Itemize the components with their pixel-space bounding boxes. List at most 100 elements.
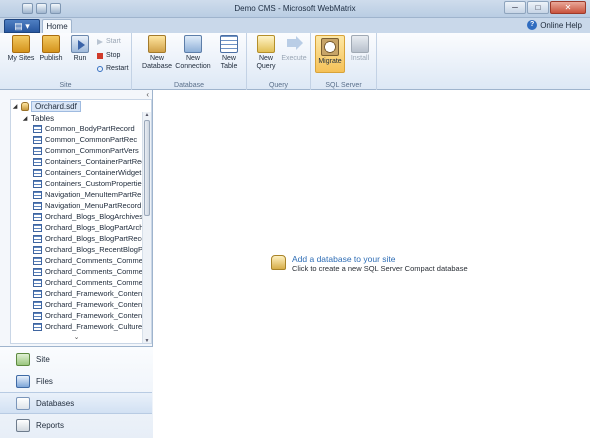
execute-label: Execute — [281, 55, 307, 62]
publish-button[interactable]: Publish — [36, 35, 66, 63]
play-icon — [97, 38, 103, 45]
start-button[interactable]: Start — [97, 38, 121, 45]
table-list: Common_BodyPartRecord Common_CommonPartR… — [33, 123, 143, 332]
new-query-button[interactable]: New Query — [251, 35, 281, 71]
main-content: Add a database to your site Click to cre… — [154, 90, 590, 438]
table-item[interactable]: Common_CommonPartVers — [33, 145, 143, 156]
table-item[interactable]: Orchard_Blogs_RecentBlogPo — [33, 244, 143, 255]
expand-tree-icon[interactable]: ⌄ — [0, 333, 153, 341]
query-group-label: Query — [268, 82, 289, 89]
table-name: Orchard_Framework_Conten — [45, 311, 143, 320]
table-item[interactable]: Orchard_Blogs_BlogPartArch — [33, 222, 143, 233]
table-icon — [33, 289, 42, 298]
table-icon — [33, 300, 42, 309]
workspace-reports[interactable]: Reports — [0, 414, 152, 436]
new-query-label: New Query — [256, 55, 276, 70]
publish-label: Publish — [39, 55, 63, 62]
sidebar: ‹ ◢ Orchard.sdf ◢ Tables Common_BodyPart… — [0, 90, 153, 438]
expand-triangle-icon[interactable]: ◢ — [11, 103, 19, 110]
scrollbar-thumb[interactable] — [144, 120, 150, 216]
sql-server-group-label: SQL Server — [325, 82, 362, 89]
table-item[interactable]: Common_CommonPartRec — [33, 134, 143, 145]
title-bar: Demo CMS - Microsoft WebMatrix ─ □ ✕ — [0, 0, 590, 18]
table-icon — [33, 267, 42, 276]
run-icon — [71, 35, 89, 53]
sql-server-group: Migrate Install SQL Server — [311, 33, 377, 90]
migrate-label: Migrate — [318, 58, 342, 65]
table-name: Orchard_Blogs_BlogArchives — [45, 212, 143, 221]
migrate-gauge-icon — [321, 38, 339, 56]
online-help-link[interactable]: ? Online Help — [527, 20, 582, 30]
start-label: Start — [106, 38, 121, 45]
maximize-button[interactable]: □ — [527, 1, 549, 14]
workspace-files[interactable]: Files — [0, 370, 152, 392]
workspace-site[interactable]: Site — [0, 348, 152, 370]
table-item[interactable]: Navigation_MenuItemPartRe — [33, 189, 143, 200]
collapse-pane-icon[interactable]: ‹ — [146, 90, 149, 99]
tables-label: Tables — [31, 113, 55, 123]
tree-scrollbar[interactable]: ▲ ▼ — [142, 112, 151, 343]
database-group-label: Database — [174, 82, 204, 89]
table-item[interactable]: Orchard_Framework_Conten — [33, 299, 143, 310]
table-icon — [33, 311, 42, 320]
site-group-label: Site — [59, 82, 72, 89]
table-item[interactable]: Orchard_Comments_Comme — [33, 266, 143, 277]
scroll-up-icon[interactable]: ▲ — [143, 112, 151, 118]
database-root-label[interactable]: Orchard.sdf — [31, 101, 81, 112]
table-icon — [33, 278, 42, 287]
ribbon: My Sites Publish Run Start Stop Restart … — [0, 33, 590, 90]
table-icon — [33, 135, 42, 144]
tab-home[interactable]: Home — [42, 19, 72, 33]
table-icon — [33, 146, 42, 155]
new-database-button[interactable]: New Database — [141, 35, 173, 71]
add-database-icon — [271, 255, 286, 270]
database-group: New Database New Connection New Table Da… — [132, 33, 247, 90]
workspace-databases[interactable]: Databases — [0, 392, 152, 414]
expand-triangle-icon[interactable]: ◢ — [21, 115, 29, 122]
close-button[interactable]: ✕ — [550, 1, 586, 14]
run-label: Run — [73, 55, 87, 62]
table-icon — [33, 212, 42, 221]
table-item[interactable]: Orchard_Framework_Culture — [33, 321, 143, 332]
new-query-icon — [257, 35, 275, 53]
table-icon — [33, 168, 42, 177]
tree-root[interactable]: ◢ Orchard.sdf — [11, 101, 141, 112]
query-group: New Query Execute Query — [247, 33, 311, 90]
table-item[interactable]: Orchard_Blogs_BlogArchives — [33, 211, 143, 222]
tables-node[interactable]: ◢ Tables — [21, 113, 54, 123]
table-item[interactable]: Common_BodyPartRecord — [33, 123, 143, 134]
stop-label: Stop — [106, 52, 121, 59]
table-item[interactable]: Orchard_Comments_Comme — [33, 277, 143, 288]
stop-button[interactable]: Stop — [97, 52, 120, 59]
table-icon — [33, 245, 42, 254]
add-database-link[interactable]: Add a database to your site Click to cre… — [271, 254, 468, 274]
execute-arrow-icon — [285, 35, 303, 53]
add-database-title[interactable]: Add a database to your site — [292, 254, 468, 264]
install-button[interactable]: Install — [345, 35, 375, 63]
site-group: My Sites Publish Run Start Stop Restart … — [0, 33, 132, 90]
table-item[interactable]: Containers_ContainerWidget — [33, 167, 143, 178]
restart-button[interactable]: Restart — [97, 65, 129, 72]
table-name: Containers_CustomPropertie — [45, 179, 142, 188]
install-label: Install — [350, 55, 370, 62]
table-item[interactable]: Navigation_MenuPartRecord — [33, 200, 143, 211]
install-icon — [351, 35, 369, 53]
table-item[interactable]: Containers_CustomPropertie — [33, 178, 143, 189]
execute-button[interactable]: Execute — [279, 35, 309, 63]
table-item[interactable]: Orchard_Blogs_BlogPartRecord — [33, 233, 143, 244]
application-menu-button[interactable]: ▤ ▾ — [4, 19, 40, 33]
workspace-label: Site — [36, 354, 50, 364]
run-button[interactable]: Run — [65, 35, 95, 63]
online-help-label: Online Help — [540, 20, 582, 30]
restart-label: Restart — [106, 65, 129, 72]
table-item[interactable]: Orchard_Framework_Conten — [33, 310, 143, 321]
new-table-button[interactable]: New Table — [214, 35, 244, 71]
table-item[interactable]: Orchard_Comments_Comme — [33, 255, 143, 266]
my-sites-button[interactable]: My Sites — [6, 35, 36, 63]
new-connection-button[interactable]: New Connection — [175, 35, 211, 71]
table-name: Navigation_MenuPartRecord — [45, 201, 142, 210]
table-item[interactable]: Orchard_Framework_Conten — [33, 288, 143, 299]
migrate-button[interactable]: Migrate — [315, 35, 345, 73]
table-item[interactable]: Containers_ContainerPartRec — [33, 156, 143, 167]
minimize-button[interactable]: ─ — [504, 1, 526, 14]
